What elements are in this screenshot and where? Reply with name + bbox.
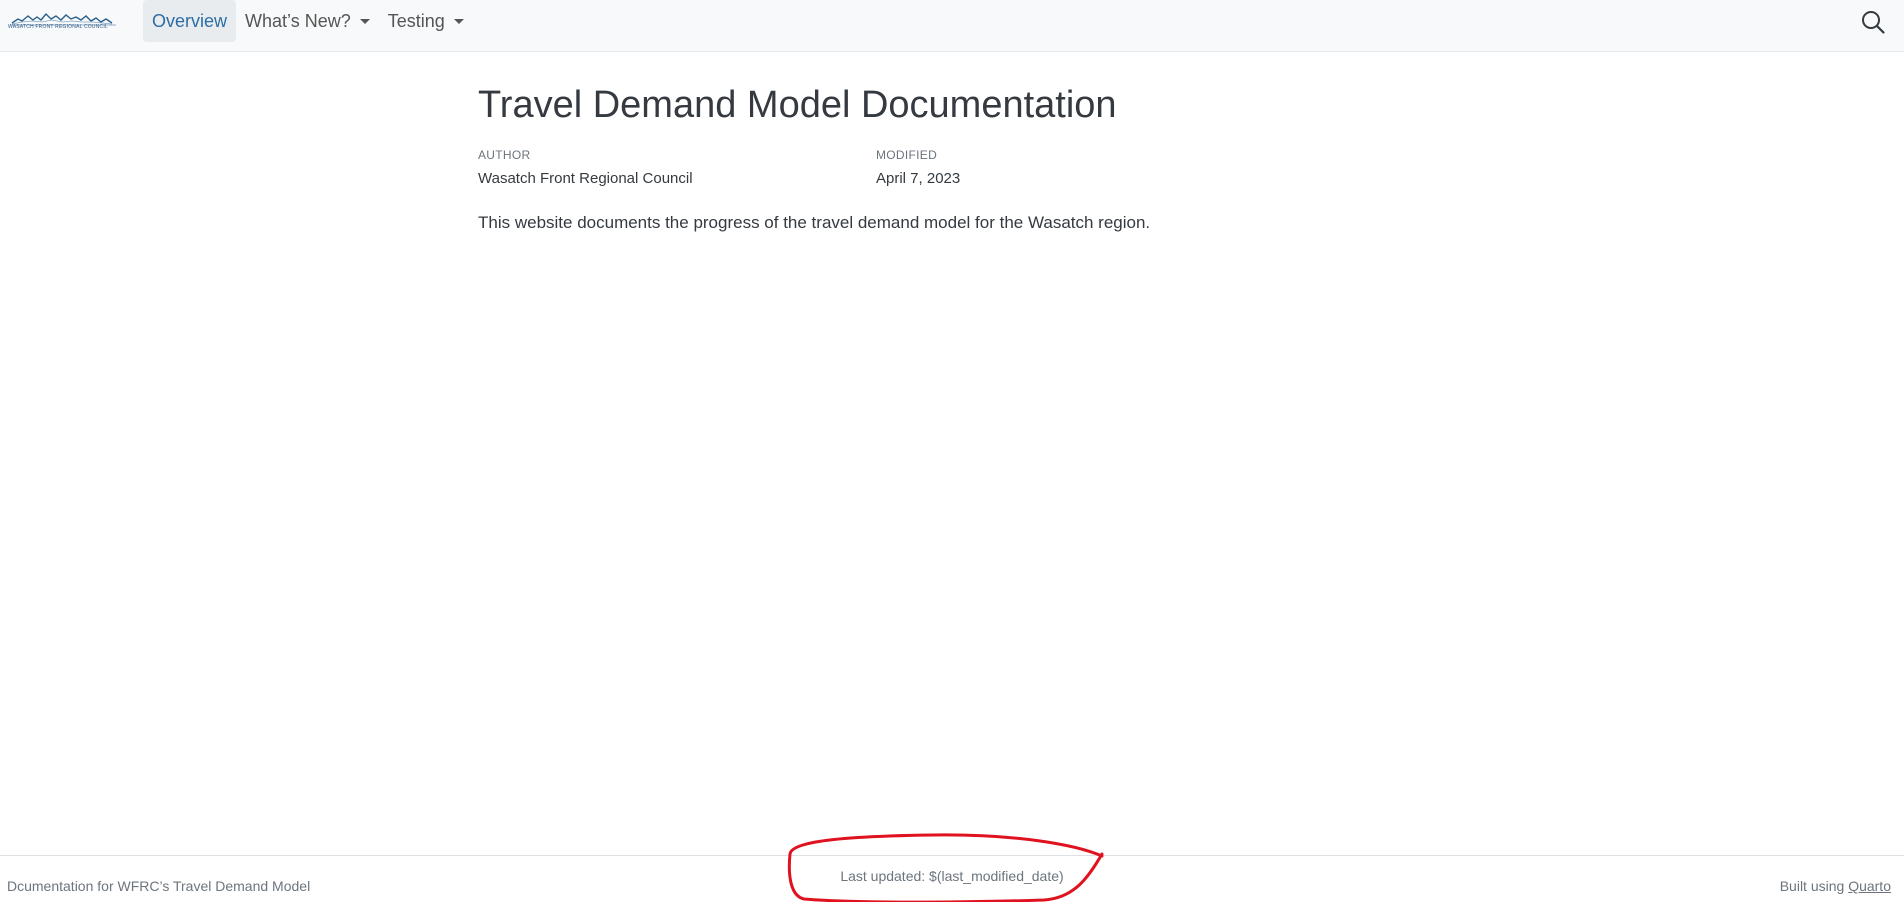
nav-item-testing[interactable]: Testing: [379, 0, 473, 42]
chevron-down-icon: [453, 18, 464, 24]
nav-menu: Overview What’s New? Testing: [143, 0, 473, 42]
page-title: Travel Demand Model Documentation: [478, 84, 1117, 126]
footer-right-text: Built using Quarto: [1780, 878, 1891, 894]
quarto-link[interactable]: Quarto: [1848, 878, 1891, 894]
nav-item-label: Overview: [152, 10, 228, 31]
logo-text: WASATCH FRONT REGIONAL COUNCIL: [8, 24, 108, 30]
modified-value: April 7, 2023: [876, 170, 961, 187]
author-value: Wasatch Front Regional Council: [478, 170, 693, 187]
search-button[interactable]: [1860, 9, 1886, 35]
intro-paragraph: This website documents the progress of t…: [478, 213, 1151, 232]
search-icon: [1862, 11, 1885, 34]
built-using-label: Built using: [1779, 878, 1849, 894]
nav-item-overview[interactable]: Overview: [143, 0, 237, 42]
nav-item-label: What’s New?: [245, 10, 351, 31]
last-updated-text: Last updated: $(last_modified_date): [840, 868, 1064, 884]
nav-item-whats-new[interactable]: What’s New?: [236, 0, 379, 42]
chevron-down-icon: [359, 18, 370, 24]
navbar: WASATCH FRONT REGIONAL COUNCIL Overview …: [0, 0, 1904, 52]
nav-item-label: Testing: [387, 10, 445, 31]
modified-label: MODIFIED: [876, 148, 938, 162]
wfrc-logo[interactable]: WASATCH FRONT REGIONAL COUNCIL: [8, 10, 118, 32]
author-label: AUTHOR: [478, 148, 531, 162]
page-footer: Dcumentation for WFRC’s Travel Demand Mo…: [0, 855, 1904, 914]
